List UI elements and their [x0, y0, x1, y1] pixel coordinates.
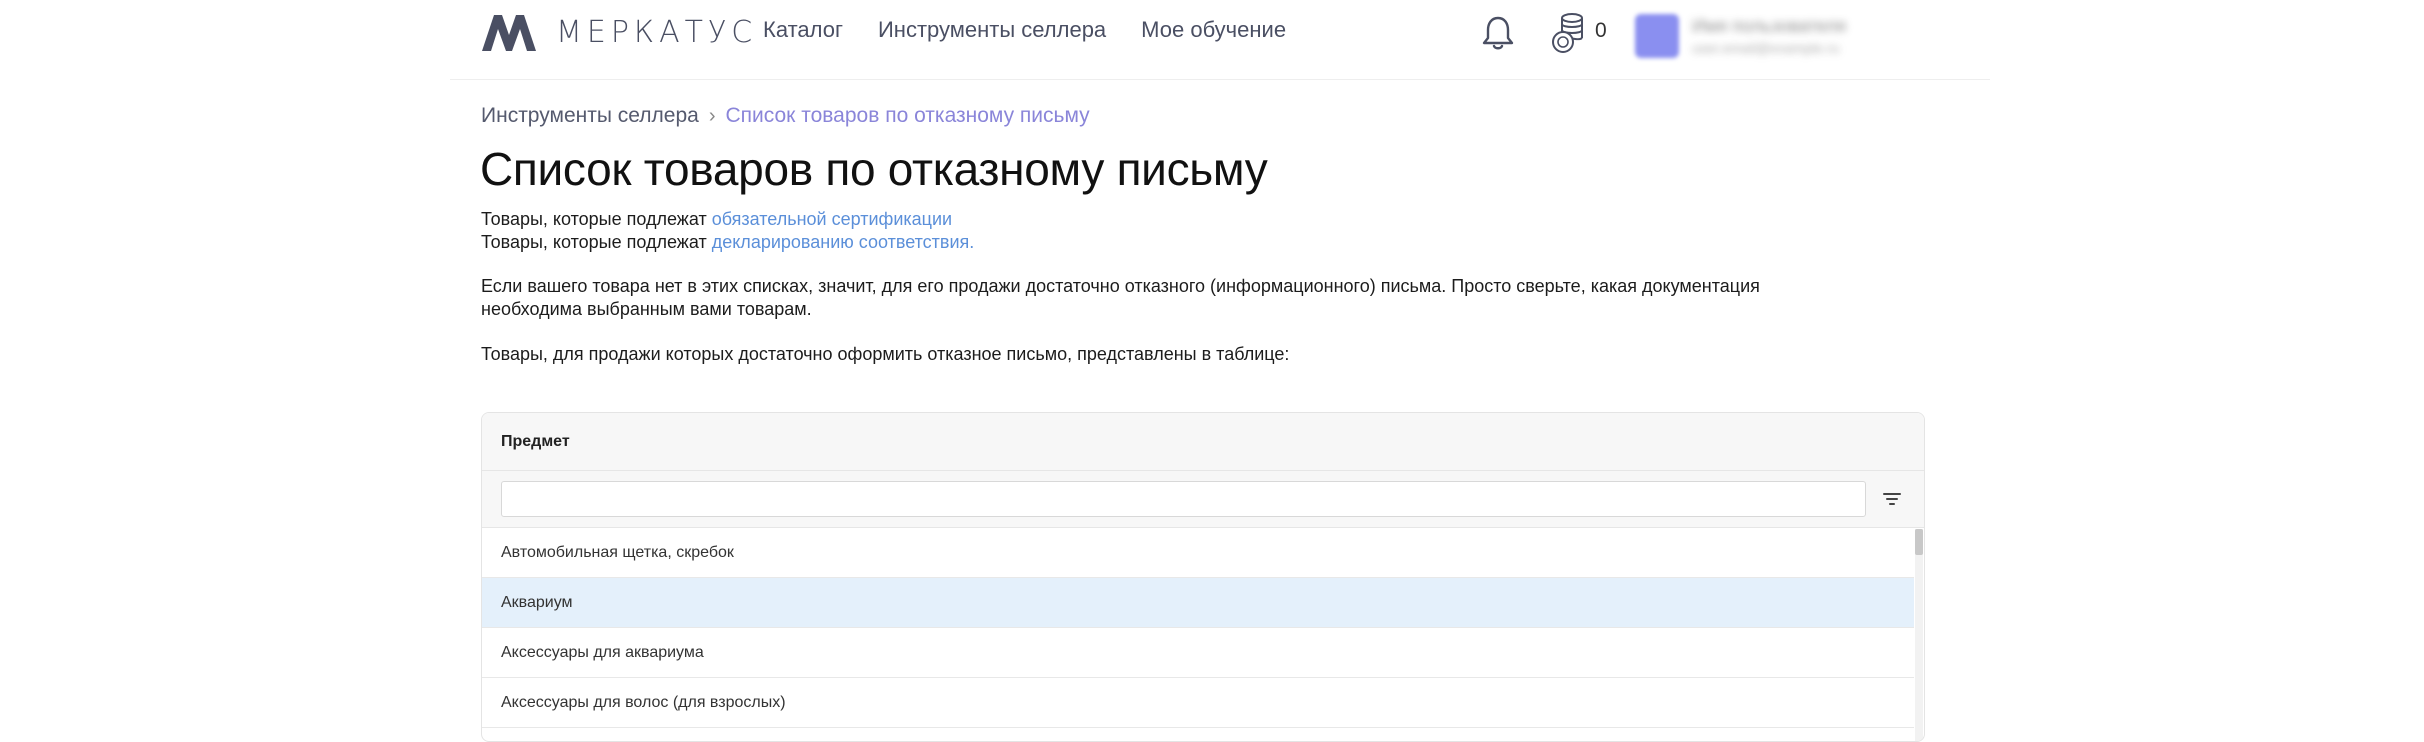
- table-row[interactable]: Аксессуары для волос (для взрослых): [482, 678, 1914, 728]
- coins-icon[interactable]: [1550, 12, 1590, 54]
- coins-count: 0: [1595, 19, 1607, 42]
- breadcrumb-seller-tools[interactable]: Инструменты селлера: [481, 104, 699, 128]
- table-intro-paragraph: Товары, для продажи которых достаточно о…: [481, 344, 1290, 364]
- breadcrumb-current: Список товаров по отказному письму: [725, 104, 1090, 127]
- logo-text: МЕРКАТУС: [556, 14, 758, 50]
- logo[interactable]: МЕРКАТУС: [480, 10, 757, 54]
- intro-line1-text: Товары, которые подлежат: [481, 209, 712, 229]
- nav-catalog[interactable]: Каталог: [763, 17, 843, 43]
- breadcrumb: Инструменты селлера › Список товаров по …: [481, 104, 1090, 128]
- nav-my-learning[interactable]: Мое обучение: [1141, 17, 1286, 43]
- products-table: Предмет Автомобильная щетка, скребок Акв…: [481, 412, 1925, 742]
- logo-mark-icon: [482, 15, 536, 51]
- intro-lines: Товары, которые подлежат обязательной се…: [481, 208, 1881, 254]
- top-header: МЕРКАТУС Каталог Инструменты селлера Мое…: [450, 0, 1990, 80]
- filter-input[interactable]: [501, 481, 1866, 517]
- declaration-link[interactable]: декларированию соответствия.: [712, 232, 975, 252]
- user-info[interactable]: Имя пользователя user.email@example.ru: [1692, 16, 1932, 60]
- column-header-subject[interactable]: Предмет: [482, 413, 1924, 471]
- table-row[interactable]: Автомобильная щетка, скребок: [482, 528, 1914, 578]
- table-row-selected[interactable]: Аквариум: [482, 578, 1914, 628]
- info-paragraph: Если вашего товара нет в этих списках, з…: [481, 276, 1760, 319]
- filter-row: [482, 471, 1924, 528]
- intro-line-declaration: Товары, которые подлежат декларированию …: [481, 231, 1881, 254]
- table-rows: Автомобильная щетка, скребок Аквариум Ак…: [482, 528, 1924, 728]
- user-email: user.email@example.ru: [1692, 40, 1840, 56]
- page-title: Список товаров по отказному письму: [480, 143, 1268, 195]
- breadcrumb-separator: ›: [708, 104, 716, 127]
- user-avatar[interactable]: [1635, 14, 1679, 58]
- table-scrollbar[interactable]: [1915, 529, 1923, 741]
- bell-icon[interactable]: [1480, 14, 1516, 52]
- user-name: Имя пользователя: [1692, 16, 1847, 36]
- filter-icon[interactable]: [1880, 489, 1904, 509]
- nav-seller-tools[interactable]: Инструменты селлера: [878, 17, 1106, 43]
- mandatory-certification-link[interactable]: обязательной сертификации: [712, 209, 952, 229]
- main-nav: Каталог Инструменты селлера Мое обучение: [763, 17, 1321, 43]
- intro-line2-text: Товары, которые подлежат: [481, 232, 712, 252]
- table-row[interactable]: Аксессуары для аквариума: [482, 628, 1914, 678]
- intro-line-certification: Товары, которые подлежат обязательной се…: [481, 208, 1881, 231]
- scrollbar-thumb[interactable]: [1915, 529, 1923, 555]
